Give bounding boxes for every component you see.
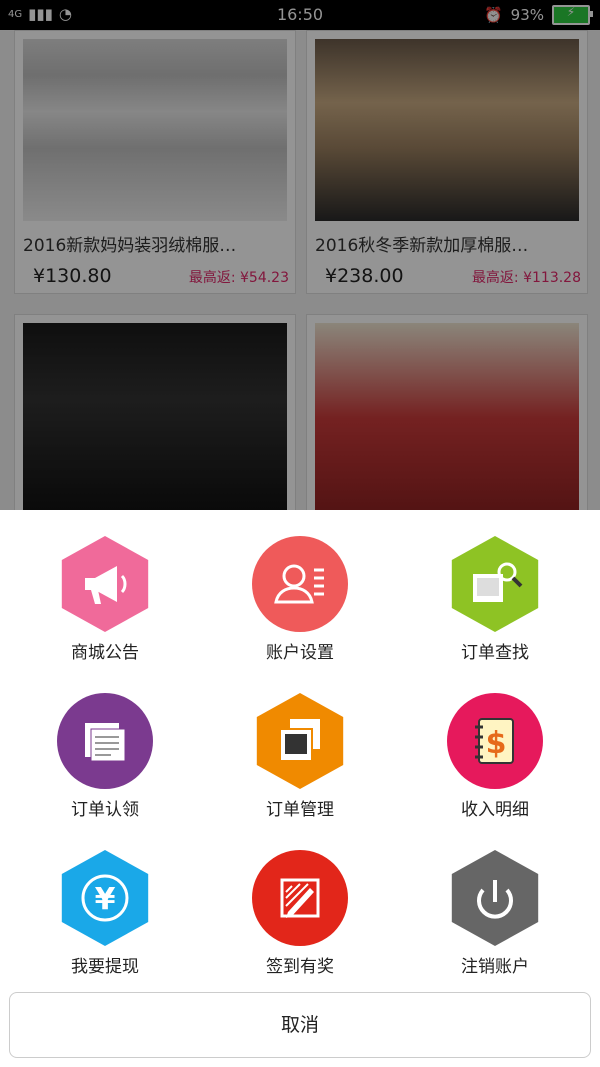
cancel-button[interactable]: 取消	[9, 992, 591, 1058]
dim-overlay[interactable]	[0, 0, 600, 510]
menu-item-account-settings[interactable]: 账户设置	[200, 536, 400, 663]
pencil-sign-icon	[252, 850, 348, 946]
menu-item-order-search[interactable]: 订单查找	[395, 536, 595, 663]
menu-item-check-in-reward[interactable]: 签到有奖	[200, 850, 400, 977]
menu-item-order-claim[interactable]: 订单认领	[5, 693, 205, 820]
menu-item-announcement[interactable]: 商城公告	[5, 536, 205, 663]
megaphone-icon	[61, 536, 149, 632]
menu-item-income-details[interactable]: $ 收入明细	[395, 693, 595, 820]
menu-item-withdraw[interactable]: ¥ 我要提现	[5, 850, 205, 977]
menu-label: 账户设置	[266, 643, 334, 663]
yen-icon: ¥	[61, 850, 149, 946]
menu-label: 商城公告	[71, 643, 139, 663]
photos-icon	[256, 693, 344, 789]
menu-label: 签到有奖	[266, 957, 334, 977]
menu-item-order-management[interactable]: 订单管理	[200, 693, 400, 820]
menu-label: 我要提现	[71, 957, 139, 977]
menu-label: 收入明细	[461, 800, 529, 820]
power-icon	[451, 850, 539, 946]
user-settings-icon	[252, 536, 348, 632]
menu-label: 注销账户	[461, 957, 529, 977]
order-search-icon	[451, 536, 539, 632]
ledger-dollar-icon: $	[447, 693, 543, 789]
menu-label: 订单查找	[461, 643, 529, 663]
menu-label: 订单认领	[71, 800, 139, 820]
menu-item-logout-account[interactable]: 注销账户	[395, 850, 595, 977]
document-icon	[57, 693, 153, 789]
svg-text:$: $	[486, 726, 507, 761]
menu-label: 订单管理	[266, 800, 334, 820]
svg-text:¥: ¥	[95, 882, 116, 917]
